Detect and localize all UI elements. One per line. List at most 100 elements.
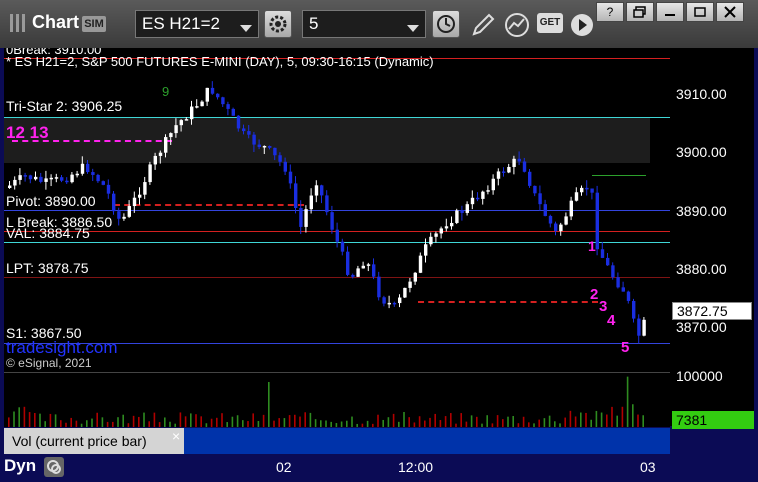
title-bar: Chart SIM ES H21=2 5 GET ? [0,0,758,48]
chevron-down-icon[interactable] [407,18,419,38]
get-icon[interactable]: GET [537,13,563,33]
volume-value-tag: 7381 [672,411,754,429]
volume-bar [278,418,280,427]
grip-icon[interactable] [8,12,28,34]
volume-bar [387,417,390,427]
candle-body [517,158,521,162]
candle-body [86,163,90,173]
count-label-top-left: 12 13 [6,123,49,142]
volume-bar [356,423,358,427]
candle-body [158,152,163,156]
time-axis[interactable]: Dyn 02 12:00 03 [0,454,758,482]
candle-body [548,215,553,224]
volume-bar [418,416,421,427]
candle-body [486,190,490,192]
panel-name: Dyn [4,456,37,475]
candle-body [403,287,407,298]
volume-bar [117,417,119,427]
candle-body [283,161,287,172]
study-icon[interactable] [503,11,531,44]
volume-bar [569,410,572,427]
clock-icon[interactable] [432,10,460,38]
volume-bar [377,414,379,427]
candle-body [153,155,157,165]
help-button[interactable]: ? [596,2,624,22]
candle-body [626,291,631,301]
candle-body [392,302,397,305]
volume-pane[interactable] [4,372,670,427]
link-icon[interactable] [44,457,64,477]
play-icon[interactable] [569,11,595,44]
candle-body [408,281,412,288]
volume-bar [86,420,88,427]
volume-bar [491,423,494,427]
volume-bar [507,416,509,427]
volume-bar [283,418,286,427]
volume-study-label: Vol (current price bar) [12,433,147,449]
volume-bar [179,412,182,427]
candle-body [564,216,568,225]
volume-bar [330,421,332,427]
price-chart[interactable]: 0Break: 3910.00 * ES H21=2, S&P 500 FUTU… [4,48,670,372]
chevron-down-icon[interactable] [240,18,252,38]
candle-body [429,236,433,245]
volume-bar [502,419,504,427]
volume-bar [169,421,171,427]
volume-bar [600,412,603,427]
candle-body [346,251,350,275]
volume-study-bar: Vol (current price bar) × [4,428,670,454]
count-label-4: 4 [607,312,616,329]
candle-body [143,182,147,195]
pencil-icon[interactable] [470,12,496,43]
candle-body [65,180,69,183]
candle-body [434,233,438,237]
tri-star-label: Tri-Star 2: 3906.25 [6,98,123,114]
count-label-5: 5 [621,339,630,356]
interval-input[interactable]: 5 [302,10,426,38]
candle-body [569,200,573,217]
volume-bar [195,414,197,427]
volume-bar [257,421,260,427]
volume-bar [200,416,202,427]
candle-body [585,187,589,190]
chart-header: * ES H21=2, S&P 500 FUTURES E-MINI (DAY)… [6,54,434,69]
volume-bar [559,423,561,427]
candle-body [221,97,225,105]
volume-bar [112,421,114,427]
volume-bar [314,419,317,427]
candle-body [304,209,308,227]
close-icon[interactable]: × [172,428,180,444]
volume-bar [450,413,452,427]
volume-bar [49,413,52,427]
symbol-input[interactable]: ES H21=2 [135,10,259,38]
maximize-button[interactable] [686,2,714,22]
time-label: 03 [640,459,656,475]
volume-bar [351,416,353,427]
gear-icon[interactable] [264,10,292,38]
restore-button[interactable] [626,2,654,22]
candle-body [366,264,371,266]
close-button[interactable] [716,2,744,22]
minimize-button[interactable] [656,2,684,22]
watermark: tradesight.com [6,338,118,357]
candle-body [632,300,636,319]
candle-body [361,265,365,269]
candle-body [127,206,131,217]
volume-bar [590,419,592,427]
candle-body [309,195,313,210]
price-axis[interactable]: 3910.00 3900.00 3890.00 3880.00 3870.00 … [670,48,754,372]
candle-body [351,274,355,277]
candle-body [314,185,319,196]
volume-bar [554,421,556,427]
candle-body [637,318,641,336]
volume-bar [340,421,343,427]
volume-bar [528,422,530,427]
candle-body [39,176,43,182]
candle-body [465,204,469,213]
candle-body [216,93,220,98]
candle-body [106,184,111,194]
candle-body [18,175,22,180]
candle-body [54,177,59,179]
volume-study-tab[interactable]: Vol (current price bar) [4,428,184,454]
candle-body [268,145,272,148]
